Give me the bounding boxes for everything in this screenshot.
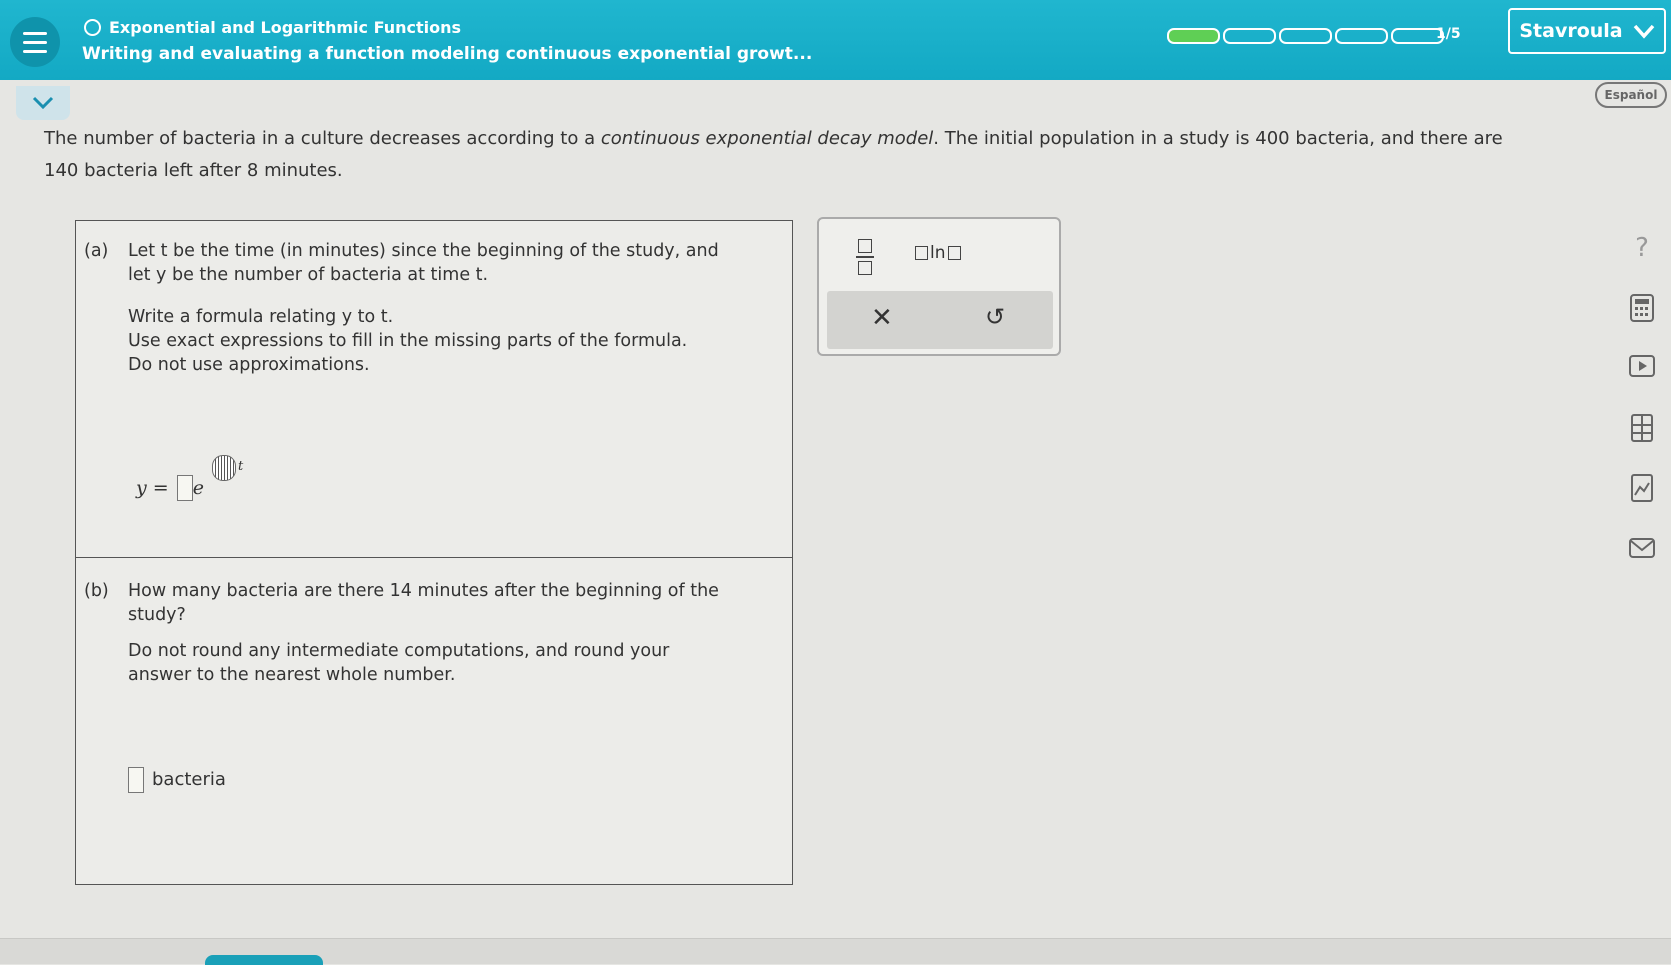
textbook-icon[interactable]: [1622, 408, 1662, 448]
part-b-line: study?: [128, 605, 186, 625]
formula-lhs: y =: [136, 477, 169, 499]
problem-statement: The number of bacteria in a culture decr…: [44, 123, 1584, 187]
calculator-icon[interactable]: [1622, 288, 1662, 328]
square-icon: [858, 261, 872, 275]
topic-title: Exponential and Logarithmic Functions: [84, 18, 461, 37]
problem-text: The number of bacteria in a culture decr…: [44, 128, 601, 149]
part-b-line: Do not round any intermediate computatio…: [128, 641, 670, 661]
topic-label: Exponential and Logarithmic Functions: [109, 18, 462, 37]
chevron-down-icon: [1633, 24, 1654, 39]
hamburger-icon: [23, 29, 47, 56]
top-bar: Exponential and Logarithmic Functions Wr…: [0, 0, 1671, 80]
help-icon[interactable]: ?: [1622, 228, 1662, 268]
clear-button[interactable]: ✕: [871, 303, 893, 333]
square-icon: [947, 246, 961, 260]
formula: y = e t: [136, 455, 243, 501]
message-icon[interactable]: [1622, 528, 1662, 568]
progress-segment: [1335, 28, 1388, 44]
page-title: Writing and evaluating a function modeli…: [82, 44, 813, 64]
part-a-line: Write a formula relating y to t.: [128, 307, 394, 327]
answer-input[interactable]: [128, 767, 144, 793]
progress-segment: [1223, 28, 1276, 44]
chevron-down-icon: [32, 96, 54, 110]
user-menu-button[interactable]: Stavroula: [1508, 8, 1666, 54]
unit-label: bacteria: [152, 769, 226, 790]
progress-segment: [1167, 28, 1220, 44]
fraction-bar-icon: [856, 256, 874, 258]
divider: [76, 557, 792, 558]
image-icon[interactable]: [1622, 468, 1662, 508]
part-a-label: (a): [84, 241, 109, 261]
part-a-line: Let t be the time (in minutes) since the…: [128, 241, 719, 261]
square-icon: [858, 239, 872, 253]
part-b-line: How many bacteria are there 14 minutes a…: [128, 581, 719, 601]
math-toolbox: ln ✕ ↺: [817, 217, 1061, 356]
user-name: Stavroula: [1519, 20, 1623, 42]
progress-bar: [1167, 28, 1444, 44]
problem-emphasis: continuous exponential decay model: [600, 128, 934, 149]
part-a-line: Do not use approximations.: [128, 355, 370, 375]
part-b-label: (b): [84, 581, 109, 601]
question-panel: (a) Let t be the time (in minutes) since…: [75, 220, 793, 885]
language-button[interactable]: Español: [1595, 82, 1667, 108]
answer-row: bacteria: [128, 767, 719, 793]
collapse-button[interactable]: [16, 86, 70, 120]
formula-base: e: [192, 477, 204, 499]
coefficient-input[interactable]: [176, 475, 193, 501]
menu-button[interactable]: [10, 17, 60, 67]
exponent-input[interactable]: [212, 455, 236, 481]
part-a-line: let y be the number of bacteria at time …: [128, 265, 489, 285]
fraction-button[interactable]: [856, 239, 874, 275]
undo-button[interactable]: ↺: [985, 303, 1005, 331]
ln-label: ln: [930, 243, 946, 263]
problem-text: . The initial population in a study is 4…: [933, 128, 1503, 149]
bottom-tab[interactable]: [205, 955, 323, 965]
toolbox-actions: ✕ ↺: [827, 291, 1053, 349]
progress-label: 1/5: [1436, 26, 1461, 42]
square-icon: [915, 246, 928, 260]
progress-segment: [1279, 28, 1332, 44]
part-b-line: answer to the nearest whole number.: [128, 665, 456, 685]
topic-status-icon: [84, 19, 101, 36]
formula-var: t: [238, 459, 244, 474]
ln-button[interactable]: ln: [915, 243, 961, 263]
video-icon[interactable]: [1622, 346, 1662, 386]
problem-text: 140 bacteria left after 8 minutes.: [44, 160, 343, 181]
part-a-line: Use exact expressions to fill in the mis…: [128, 331, 688, 351]
